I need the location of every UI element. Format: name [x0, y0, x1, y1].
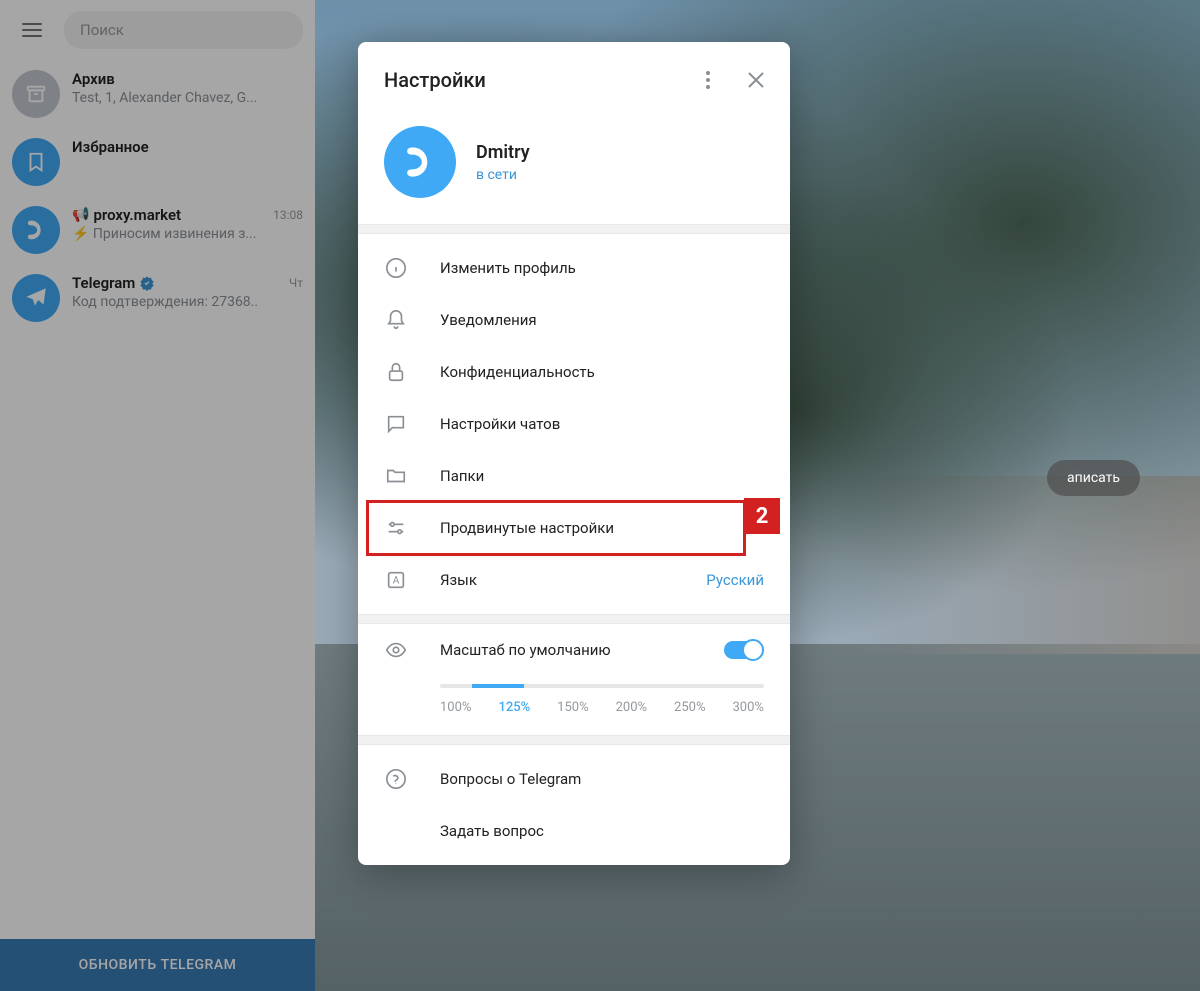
settings-notifications[interactable]: Уведомления [358, 294, 790, 346]
more-vertical-icon [706, 71, 710, 89]
blank-icon [384, 819, 408, 843]
settings-label: Папки [440, 467, 764, 485]
settings-chat-settings[interactable]: Настройки чатов [358, 398, 790, 450]
profile-section[interactable]: Dmitry в сети [358, 118, 790, 224]
bell-icon [384, 308, 408, 332]
settings-faq[interactable]: Вопросы о Telegram [358, 753, 790, 805]
modal-title: Настройки [384, 68, 680, 92]
divider [358, 614, 790, 624]
scale-fill [472, 684, 524, 688]
divider [358, 735, 790, 745]
scale-tick[interactable]: 150% [557, 700, 588, 715]
settings-list: Изменить профиль Уведомления Конфиденциа… [358, 234, 790, 614]
settings-language[interactable]: A Язык Русский [358, 554, 790, 606]
folder-icon [384, 464, 408, 488]
scale-tick[interactable]: 125% [498, 700, 530, 715]
settings-folders[interactable]: Папки [358, 450, 790, 502]
scale-header: Масштаб по умолчанию [384, 638, 764, 662]
highlight-badge: 2 [744, 498, 780, 534]
settings-edit-profile[interactable]: Изменить профиль [358, 242, 790, 294]
modal-header: Настройки [358, 42, 790, 118]
settings-label: Конфиденциальность [440, 363, 764, 381]
profile-status: в сети [476, 167, 530, 183]
help-list: Вопросы о Telegram Задать вопрос [358, 745, 790, 865]
scale-label: Масштаб по умолчанию [440, 641, 692, 659]
compose-pill[interactable]: аписать [1047, 460, 1140, 496]
scale-slider[interactable] [440, 684, 764, 688]
settings-label: Продвинутые настройки [440, 519, 764, 537]
settings-label: Вопросы о Telegram [440, 770, 764, 788]
close-icon [748, 72, 764, 88]
sidebar: Поиск Архив Test, 1, Alexander Chavez, G… [0, 0, 315, 991]
settings-advanced[interactable]: Продвинутые настройки 2 [358, 502, 790, 554]
scale-tick[interactable]: 300% [732, 700, 763, 715]
scale-tick[interactable]: 100% [440, 700, 471, 715]
scale-tick[interactable]: 250% [674, 700, 705, 715]
settings-privacy[interactable]: Конфиденциальность [358, 346, 790, 398]
svg-text:A: A [393, 576, 400, 587]
scale-ticks: 100% 125% 150% 200% 250% 300% [440, 700, 764, 715]
sidebar-dim-overlay [0, 0, 315, 991]
lock-icon [384, 360, 408, 384]
settings-ask[interactable]: Задать вопрос [358, 805, 790, 857]
divider [358, 224, 790, 234]
profile-info: Dmitry в сети [476, 142, 530, 183]
scale-tick[interactable]: 200% [616, 700, 647, 715]
scale-toggle[interactable] [724, 641, 764, 659]
scale-section: Масштаб по умолчанию 100% 125% 150% 200%… [358, 624, 790, 735]
modal-body: Dmitry в сети Изменить профиль Уведомлен… [358, 118, 790, 865]
chat-icon [384, 412, 408, 436]
profile-avatar [384, 126, 456, 198]
settings-modal: Настройки Dmitry в сети Изменить профиль [358, 42, 790, 865]
more-button[interactable] [688, 60, 728, 100]
settings-label: Изменить профиль [440, 259, 764, 277]
info-icon [384, 256, 408, 280]
settings-label: Задать вопрос [440, 822, 764, 840]
settings-value: Русский [706, 571, 764, 589]
eye-icon [384, 638, 408, 662]
language-icon: A [384, 568, 408, 592]
settings-label: Уведомления [440, 311, 764, 329]
settings-label: Язык [440, 571, 674, 589]
sliders-icon [384, 516, 408, 540]
settings-label: Настройки чатов [440, 415, 764, 433]
profile-name: Dmitry [476, 142, 530, 163]
close-button[interactable] [736, 60, 776, 100]
help-icon [384, 767, 408, 791]
